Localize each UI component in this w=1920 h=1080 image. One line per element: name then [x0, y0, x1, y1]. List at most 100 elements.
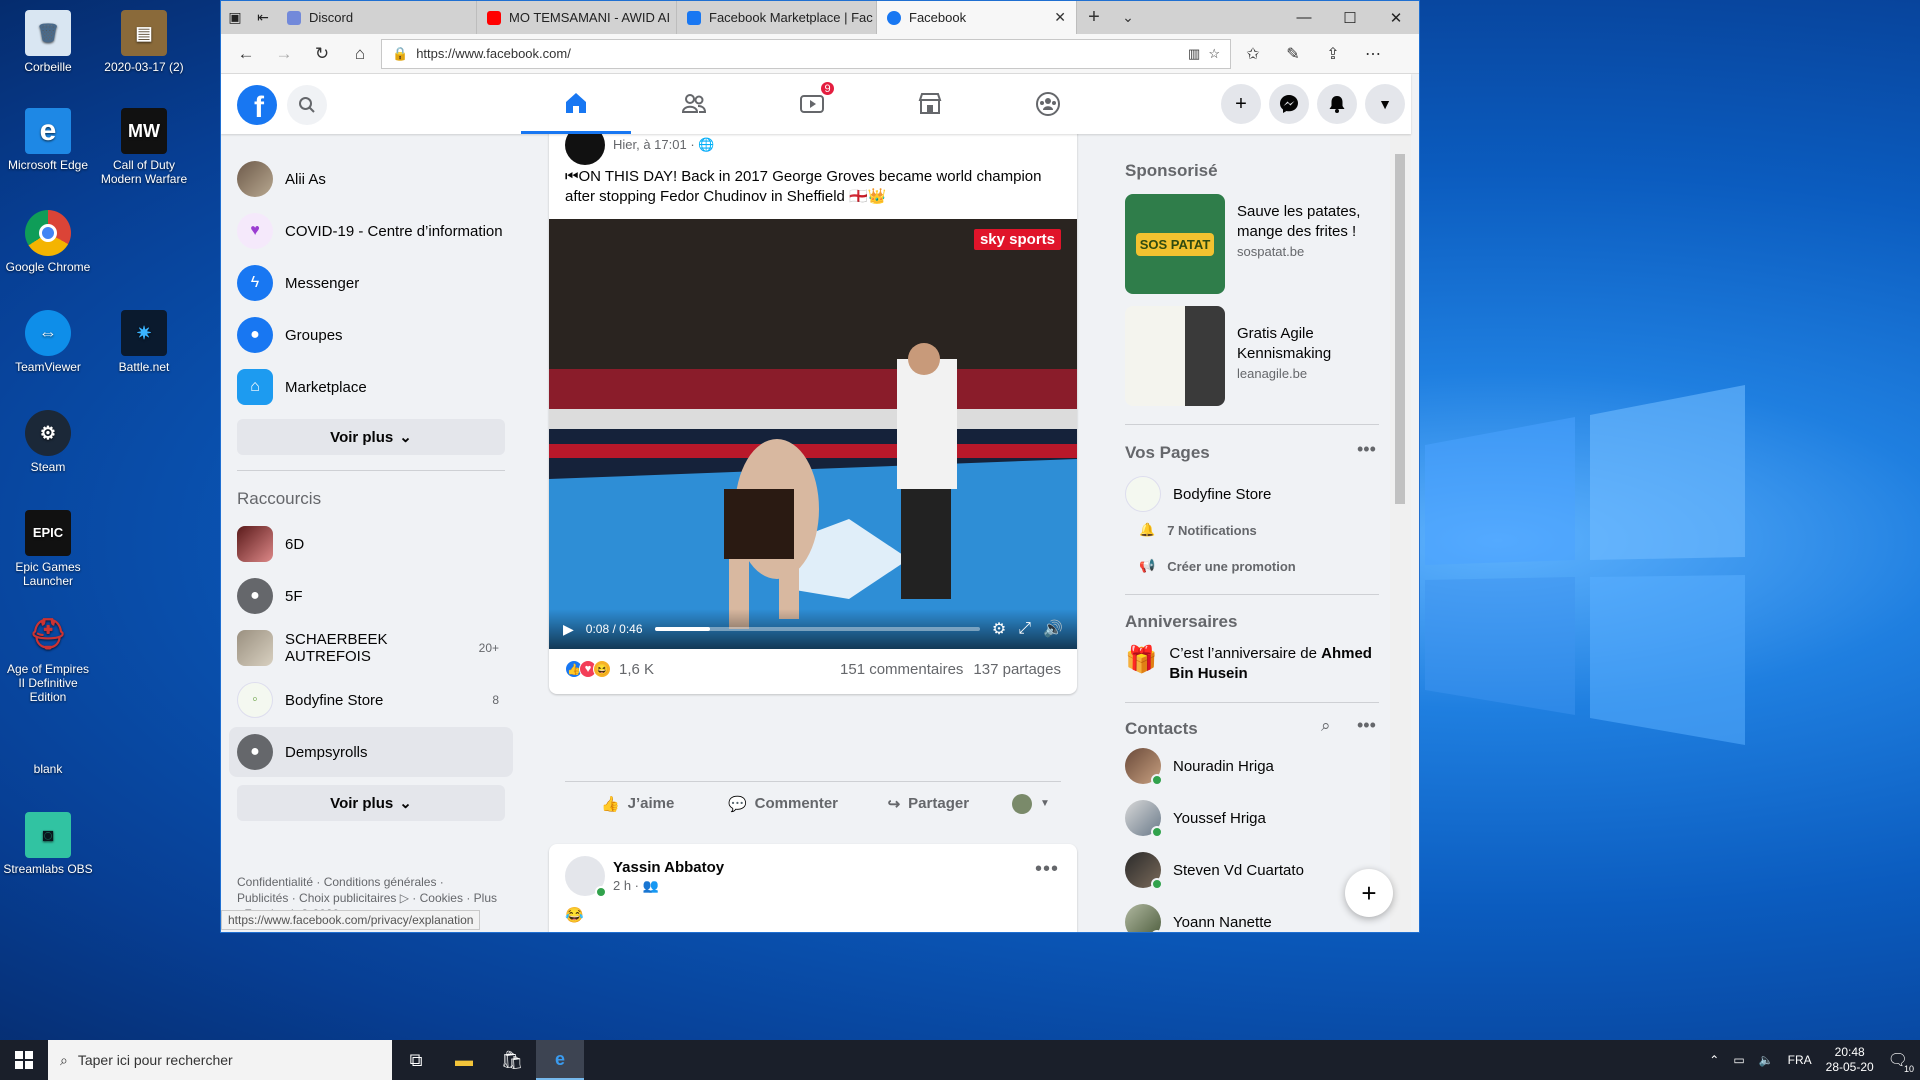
nav-home[interactable] [521, 74, 631, 134]
reactions-count[interactable]: 1,6 K [619, 661, 654, 678]
video-player[interactable]: sky sports ▶ 0:08 / 0:46 ⚙ ⤢ 🔊 [549, 219, 1077, 649]
fullscreen-icon[interactable]: ⤢ [1018, 620, 1031, 638]
refresh-button[interactable]: ↻ [305, 39, 339, 69]
ad-leanagile[interactable]: Gratis Agile Kennismaking leanagile.be [1125, 306, 1385, 406]
pages-options-icon[interactable]: ••• [1357, 439, 1376, 460]
close-tab-icon[interactable]: ✕ [1054, 9, 1066, 26]
home-button[interactable]: ⌂ [343, 39, 377, 69]
contacts-options-icon[interactable]: ••• [1357, 715, 1376, 736]
file-explorer-icon[interactable]: ▬ [440, 1040, 488, 1080]
clock[interactable]: 20:48 28-05-20 [1826, 1045, 1874, 1075]
desktop-icon-teamviewer[interactable]: ⇔ TeamViewer [2, 310, 94, 374]
page-scrollbar[interactable] [1390, 134, 1411, 932]
notes-pen-icon[interactable]: ✎ [1275, 39, 1311, 69]
reaction-icons[interactable]: 👍 ♥ 😆 [565, 660, 611, 678]
settings-gear-icon[interactable]: ⚙ [992, 619, 1006, 639]
tab-facebook[interactable]: Facebook ✕ [877, 1, 1077, 34]
desktop-icon-epic[interactable]: EPIC Epic Games Launcher [2, 510, 94, 588]
task-view-icon[interactable]: ⧉ [392, 1040, 440, 1080]
notification-center-icon[interactable]: 🗨 10 [1888, 1050, 1914, 1074]
back-button[interactable]: ← [229, 39, 263, 69]
like-button[interactable]: 👍 J’aime [565, 795, 710, 813]
shortcut-schaerbeek[interactable]: SCHAERBEEK AUTREFOIS 20+ [229, 623, 513, 673]
edge-taskbar-icon[interactable]: e [536, 1040, 584, 1080]
facebook-logo-icon[interactable]: f [237, 85, 277, 125]
desktop-icon-chrome[interactable]: Google Chrome [2, 210, 94, 274]
shares-count[interactable]: 137 partages [973, 661, 1061, 678]
page-bodyfine[interactable]: Bodyfine Store [1125, 474, 1385, 514]
desktop-icon-recycle-bin[interactable]: 🗑 Corbeille [2, 10, 94, 74]
minimize-button[interactable]: — [1281, 1, 1327, 34]
page-notifications[interactable]: 🔔 7 Notifications [1139, 522, 1257, 538]
scrollbar-thumb[interactable] [1395, 154, 1405, 504]
favorites-icon[interactable]: ✩ [1235, 39, 1271, 69]
contact-item[interactable]: Yoann Nanette [1125, 902, 1385, 932]
sidebar-item-marketplace[interactable]: ⌂ Marketplace [229, 362, 513, 412]
contacts-search-icon[interactable]: ⌕ [1321, 716, 1331, 736]
desktop-icon-aoe[interactable]: ⛑ Age of Empires II Definitive Edition [2, 612, 94, 705]
restore-tabs-icon[interactable]: ⇤ [249, 1, 277, 34]
search-button[interactable] [287, 85, 327, 125]
post-options-icon[interactable]: ••• [1035, 858, 1059, 881]
birthday-item[interactable]: 🎁 C’est l’anniversaire de Ahmed Bin Huse… [1125, 644, 1385, 684]
shortcut-bodyfine[interactable]: ◦ Bodyfine Store 8 [229, 675, 513, 725]
nav-friends[interactable] [639, 74, 749, 134]
sidebar-item-messenger[interactable]: ϟ Messenger [229, 258, 513, 308]
desktop-icon-streamlabs[interactable]: ◙ Streamlabs OBS [2, 812, 94, 876]
network-icon[interactable]: ▭ [1733, 1053, 1744, 1067]
favorite-star-icon[interactable]: ☆ [1208, 46, 1220, 62]
nav-watch[interactable]: 9 [757, 74, 867, 134]
see-more-button[interactable]: Voir plus ⌄ [237, 419, 505, 455]
set-aside-tabs-icon[interactable]: ▣ [221, 1, 249, 34]
forward-button[interactable]: → [267, 39, 301, 69]
play-icon[interactable]: ▶ [563, 621, 574, 638]
post-timestamp[interactable]: Hier, à 17:01 · 🌐 [613, 137, 714, 153]
see-more-shortcuts-button[interactable]: Voir plus ⌄ [237, 785, 505, 821]
more-menu-icon[interactable]: ⋯ [1355, 39, 1391, 69]
account-menu-button[interactable]: ▼ [1365, 84, 1405, 124]
tab-youtube[interactable]: MO TEMSAMANI - AWID AI [477, 1, 677, 34]
shortcut-dempsyrolls[interactable]: ● Dempsyrolls [229, 727, 513, 777]
create-promotion[interactable]: 📢 Créer une promotion [1139, 558, 1296, 574]
sidebar-item-covid[interactable]: ♥ COVID-19 - Centre d’information [229, 206, 513, 256]
taskbar-search-box[interactable]: ⌕ Taper ici pour rechercher [48, 1040, 392, 1080]
desktop-icon-battlenet[interactable]: ✷ Battle.net [98, 310, 190, 374]
maximize-button[interactable]: ☐ [1327, 1, 1373, 34]
store-icon[interactable]: 🛍 [488, 1040, 536, 1080]
new-message-button[interactable]: + [1345, 869, 1393, 917]
comment-button[interactable]: 💬 Commenter [710, 795, 855, 813]
contact-item[interactable]: Nouradin Hriga [1125, 746, 1385, 786]
desktop-icon-edge[interactable]: e Microsoft Edge [2, 108, 94, 172]
audience-selector[interactable]: ▼ [1001, 793, 1061, 814]
chevron-up-icon[interactable]: ⌃ [1709, 1053, 1719, 1067]
volume-icon[interactable]: 🔊 [1043, 619, 1063, 639]
start-button[interactable] [0, 1040, 48, 1080]
post-timestamp[interactable]: 2 h · 👥 [613, 878, 724, 894]
shortcut-6d[interactable]: 6D [229, 519, 513, 569]
desktop-icon-steam[interactable]: ⚙ Steam [2, 410, 94, 474]
url-input[interactable]: 🔒 https://www.facebook.com/ ▥ ☆ [381, 38, 1231, 69]
volume-icon[interactable]: 🔈 [1759, 1053, 1774, 1067]
ad-sospatat[interactable]: SOS PATAT Sauve les patates, mange des f… [1125, 194, 1385, 294]
desktop-icon-folder[interactable]: ▤ 2020-03-17 (2) [98, 10, 190, 74]
video-progress-bar[interactable] [654, 627, 980, 631]
reading-view-icon[interactable]: ▥ [1188, 46, 1200, 62]
contact-item[interactable]: Youssef Hriga [1125, 798, 1385, 838]
desktop-icon-blank[interactable]: blank [2, 712, 94, 776]
comments-count[interactable]: 151 commentaires [840, 661, 963, 678]
messenger-button[interactable] [1269, 84, 1309, 124]
close-window-button[interactable]: ✕ [1373, 1, 1419, 34]
tab-list-chevron-icon[interactable]: ⌄ [1111, 1, 1145, 34]
nav-groups[interactable] [993, 74, 1103, 134]
language-indicator[interactable]: FRA [1788, 1053, 1812, 1067]
sidebar-item-profile[interactable]: Alii As [229, 154, 513, 204]
nav-marketplace[interactable] [875, 74, 985, 134]
post-author[interactable]: Yassin Abbatoy [613, 859, 724, 876]
share-button[interactable]: ↪ Partager [856, 795, 1001, 813]
tab-discord[interactable]: Discord [277, 1, 477, 34]
desktop-icon-cod[interactable]: MW Call of Duty Modern Warfare [98, 108, 190, 186]
create-button[interactable]: + [1221, 84, 1261, 124]
share-icon[interactable]: ⇪ [1315, 39, 1351, 69]
shortcut-5f[interactable]: ● 5F [229, 571, 513, 621]
new-tab-button[interactable]: + [1077, 1, 1111, 34]
